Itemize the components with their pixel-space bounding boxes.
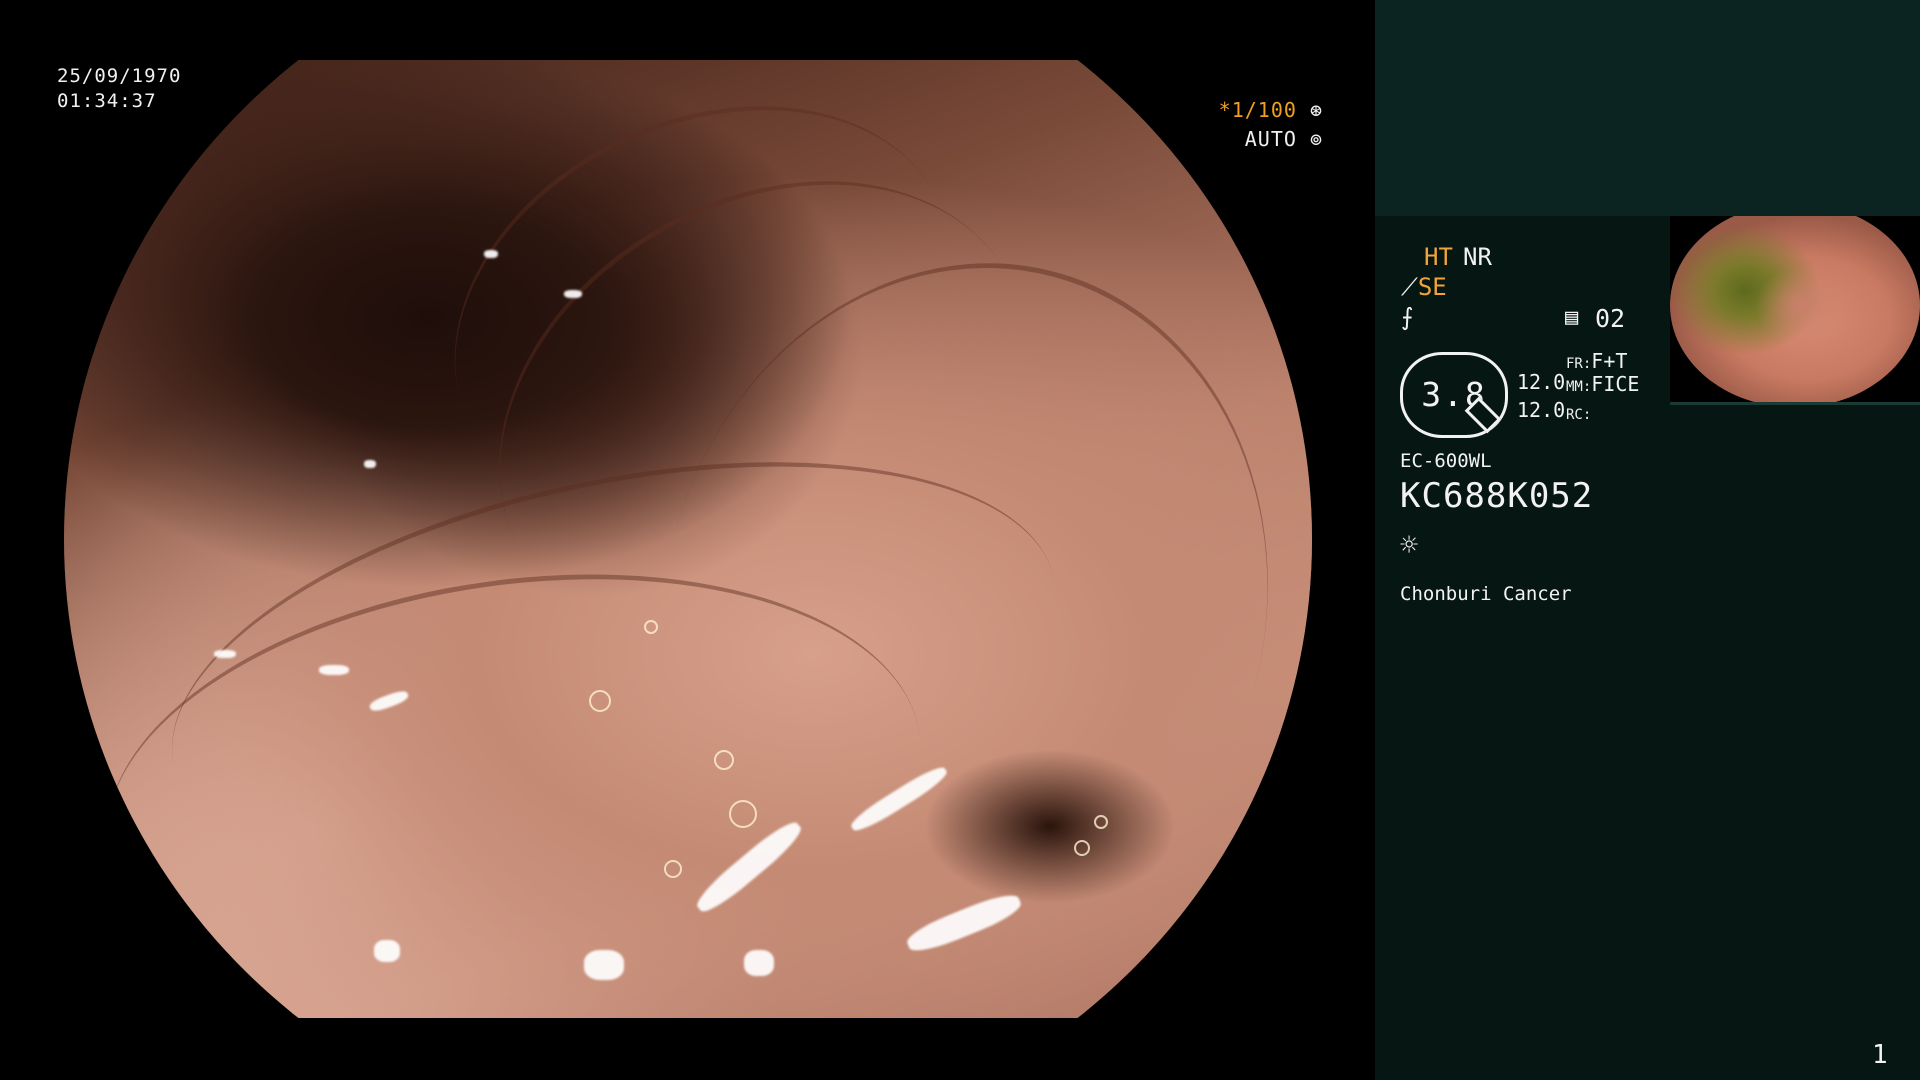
fr-row: FR:F+T (1566, 349, 1627, 373)
zoom-indicator: 3.8 (1400, 352, 1508, 438)
live-endoscope-view: 25/09/1970 01:34:37 *1/100 ⊛ AUTO ⊚ (0, 0, 1375, 1080)
info-panel: HT NR ⟋SE ⨍ ▤ 02 3.8 12.0 12.0 FR:F+T MM… (1375, 0, 1920, 1080)
rc-row: RC: (1566, 400, 1591, 424)
thumbnail-image (1670, 216, 1920, 402)
rc-key: RC: (1566, 407, 1592, 423)
fr-key: FR: (1566, 356, 1592, 372)
iris-mode-label: AUTO (1244, 127, 1297, 151)
structure-enhance-row: ⟋SE (1401, 273, 1447, 301)
fr-value: F+T (1591, 349, 1628, 373)
scope-serial: KC688K052 (1400, 476, 1594, 516)
setting-value-top: 12.0 (1517, 370, 1566, 394)
scope-model: EC-600WL (1400, 450, 1492, 472)
time-label: 01:34:37 (57, 90, 157, 112)
mm-row: MM:FICE (1566, 372, 1639, 396)
datetime-overlay: 25/09/1970 01:34:37 (57, 64, 181, 114)
panel-header-area (1375, 0, 1920, 216)
enhance-icon: ⨍ (1401, 303, 1414, 331)
shutter-overlay: *1/100 ⊛ (1219, 98, 1323, 123)
mm-key: MM: (1566, 379, 1592, 395)
captured-image-thumbnail[interactable] (1670, 216, 1920, 405)
nr-label: NR (1463, 243, 1492, 271)
memory-value: 02 (1595, 304, 1626, 333)
iris-overlay: AUTO ⊚ (1245, 127, 1323, 152)
light-source-icon: ☼ (1400, 528, 1419, 563)
memory-icon: ▤ (1565, 305, 1579, 330)
aperture-icon: ⊛ (1309, 98, 1323, 122)
se-label: SE (1417, 273, 1447, 301)
colonoscopy-image (64, 28, 1312, 1060)
structure-icon: ⟋ (1401, 273, 1418, 301)
setting-value-bottom: 12.0 (1517, 398, 1566, 422)
iris-icon: ⊚ (1309, 127, 1323, 151)
shutter-label: *1/100 (1218, 98, 1297, 122)
ht-label: HT (1424, 243, 1453, 271)
mm-value: FICE (1591, 372, 1640, 396)
institution-name: Chonburi Cancer (1400, 583, 1572, 605)
date-label: 25/09/1970 (57, 65, 182, 87)
page-number: 1 (1872, 1040, 1888, 1070)
